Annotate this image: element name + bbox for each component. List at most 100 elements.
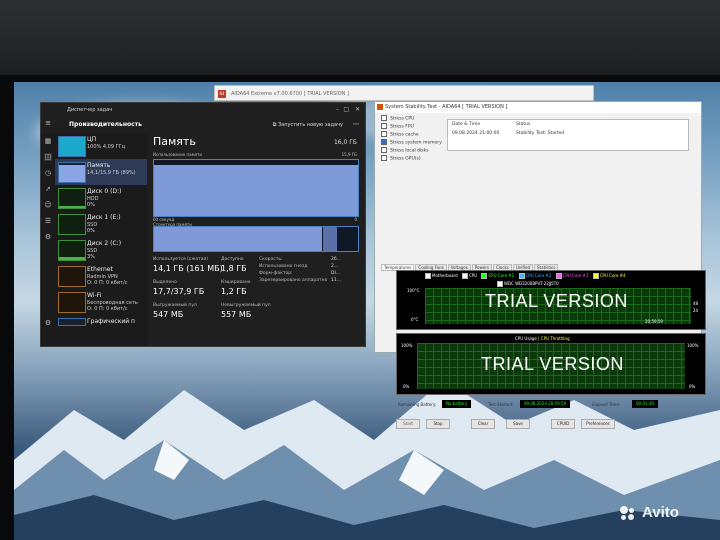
- resource-item-cpu[interactable]: ЦП 100% 4,09 ГГц: [55, 133, 147, 159]
- option-stress-fpu[interactable]: Stress FPU: [381, 123, 414, 130]
- maximize-icon[interactable]: □: [343, 103, 349, 117]
- legend-swatch: [461, 273, 468, 279]
- usage-label: Использование памяти: [153, 152, 202, 157]
- window-title: Диспетчер задач: [67, 107, 113, 113]
- nonpaged-pool-label: Невыгружаемый пул: [221, 303, 271, 308]
- settings-icon[interactable]: ⚙: [44, 319, 52, 327]
- checkbox[interactable]: [381, 123, 387, 129]
- processes-icon[interactable]: ▦: [44, 137, 52, 145]
- resource-item-disk2[interactable]: Диск 2 (C:) SSD 3%: [55, 237, 147, 263]
- cpu-usage-graph: CPU Usage | CPU Throttling 100% 0% 100% …: [396, 333, 706, 395]
- logo-dot: [629, 508, 634, 514]
- minimize-icon[interactable]: –: [336, 103, 339, 117]
- disk0-thumb-fill: [59, 206, 85, 208]
- option-label: Stress system memory: [390, 140, 442, 146]
- checkbox-checked[interactable]: [381, 139, 387, 145]
- task-manager-titlebar[interactable]: Диспетчер задач – □ ✕: [41, 103, 365, 117]
- available-value: 1,8 ГБ: [221, 264, 247, 273]
- disk0-thumbnail: [58, 188, 86, 209]
- resource-item-disk1[interactable]: Диск 1 (E:) SSD 0%: [55, 211, 147, 237]
- slots-value: 2...: [331, 264, 339, 269]
- section-header: Производительность ⧉ Запустить новую зад…: [41, 117, 365, 133]
- stability-titlebar[interactable]: System Stability Test - AIDA64 [ TRIAL V…: [375, 102, 701, 113]
- resource-item-ethernet[interactable]: Ethernet Radmin VPN О: 0 П: 0 кбит/с: [55, 263, 147, 289]
- gpu-thumbnail: [58, 318, 86, 326]
- drive-name: WDC WD3200BPVT-22JJ5T0: [504, 281, 559, 286]
- stop-button[interactable]: Stop: [426, 419, 450, 429]
- in-use-label: Используется (сжатая): [153, 257, 209, 262]
- aida64-logo: 64: [218, 90, 226, 98]
- aida64-main-window-titlebar[interactable]: 64 AIDA64 Extreme v7.00.6700 [ TRIAL VER…: [214, 85, 594, 101]
- legend-swatch: [518, 273, 525, 279]
- checkbox[interactable]: [381, 155, 387, 161]
- option-stress-memory[interactable]: Stress system memory: [381, 139, 442, 146]
- drive-legend: WDC WD3200BPVT-22JJ5T0: [497, 281, 559, 287]
- battery-value: No battery: [442, 400, 472, 408]
- option-stress-cache[interactable]: Stress cache: [381, 131, 419, 138]
- legend-label: CPU Core #4: [599, 273, 626, 278]
- form-factor-label: Форм-фактор:: [259, 271, 293, 276]
- save-button[interactable]: Save: [506, 419, 530, 429]
- option-stress-cpu[interactable]: Stress CPU: [381, 115, 414, 122]
- option-stress-disks[interactable]: Stress local disks: [381, 147, 429, 154]
- speed-value: 26...: [331, 257, 342, 262]
- structure-modified: [323, 227, 337, 251]
- cpu-thumbnail: [58, 136, 86, 157]
- close-icon[interactable]: ✕: [355, 103, 360, 117]
- clear-button[interactable]: Clear: [471, 419, 495, 429]
- legend-separator: |: [538, 336, 540, 341]
- row-date: 09.08.2024 21:00:00: [452, 131, 500, 136]
- resource-item-gpu[interactable]: Графический п: [55, 315, 147, 341]
- option-label: Stress local disks: [390, 148, 429, 154]
- run-task-label: Запустить новую задачу: [277, 122, 343, 128]
- wifi-thumbnail: [58, 292, 86, 313]
- resource-item-disk0[interactable]: Диск 0 (D:) HDD 0%: [55, 185, 147, 211]
- app-history-icon[interactable]: ◷: [44, 169, 52, 177]
- memory-title: Память: [153, 135, 196, 148]
- users-icon[interactable]: ☺: [44, 201, 52, 209]
- speed-label: Скорость:: [259, 257, 283, 262]
- cached-value: 1,2 ГБ: [221, 287, 247, 296]
- legend-core1: CPU Core #1: [481, 273, 514, 279]
- resource-item-memory[interactable]: Память 14,1/15,9 ГБ (89%): [55, 159, 147, 185]
- trial-watermark: TRIAL VERSION: [481, 354, 624, 374]
- memory-thumb-fill: [59, 165, 85, 182]
- row-status: Stability Test: Started: [516, 131, 565, 136]
- legend-swatch: [481, 273, 488, 279]
- startup-icon[interactable]: ➚: [44, 185, 52, 193]
- option-label: Stress FPU: [390, 124, 414, 130]
- started-value: 09.08.2024 20:59:59: [520, 400, 571, 408]
- checkbox[interactable]: [381, 115, 387, 121]
- preferences-button[interactable]: Preferences: [581, 419, 615, 429]
- resource-item-wifi[interactable]: Wi-Fi Беспроводная сеть О: 0 П: 0 кбит/с: [55, 289, 147, 315]
- hamburger-icon[interactable]: ≡: [44, 119, 52, 127]
- status-table: Date & Time Status 09.08.2024 21:00:00 S…: [447, 119, 689, 151]
- logo-dot: [628, 514, 634, 521]
- legend-label: CPU Core #3: [562, 273, 589, 278]
- checkbox[interactable]: [381, 147, 387, 153]
- stability-title: System Stability Test - AIDA64 [ TRIAL V…: [385, 104, 508, 110]
- details-icon[interactable]: ☰: [44, 217, 52, 225]
- avito-logo-icon: [620, 506, 640, 521]
- col-status-header: Status: [516, 122, 531, 127]
- cpu-axis-bottom-right: 0%: [689, 384, 696, 389]
- paged-pool-value: 547 МБ: [153, 310, 184, 319]
- performance-icon[interactable]: ◫: [44, 153, 52, 161]
- nav-rail: ≡ ▦ ◫ ◷ ➚ ☺ ☰ ⚙ ⚙: [41, 119, 55, 346]
- nonpaged-pool-value: 557 МБ: [221, 310, 252, 319]
- more-icon[interactable]: ⋯: [353, 117, 359, 133]
- item-name: Ethernet: [87, 266, 113, 273]
- checkbox[interactable]: [381, 131, 387, 137]
- temp-right-value-1: 48: [693, 301, 699, 306]
- item-throughput: О: 0 П: 0 кбит/с: [87, 280, 128, 286]
- cpu-legend: CPU Usage | CPU Throttling: [515, 336, 570, 341]
- start-button[interactable]: Start: [396, 419, 420, 429]
- in-use-value: 14,1 ГБ (161 МБ): [153, 264, 223, 273]
- run-new-task-button[interactable]: ⧉ Запустить новую задачу: [273, 117, 343, 133]
- services-icon[interactable]: ⚙: [44, 233, 52, 241]
- cpu-axis-top-left: 100%: [401, 343, 413, 348]
- cpuid-button[interactable]: CPUID: [551, 419, 575, 429]
- legend-label: CPU: [468, 273, 478, 278]
- flame-icon: [377, 104, 383, 110]
- option-stress-gpu[interactable]: Stress GPU(s): [381, 155, 421, 162]
